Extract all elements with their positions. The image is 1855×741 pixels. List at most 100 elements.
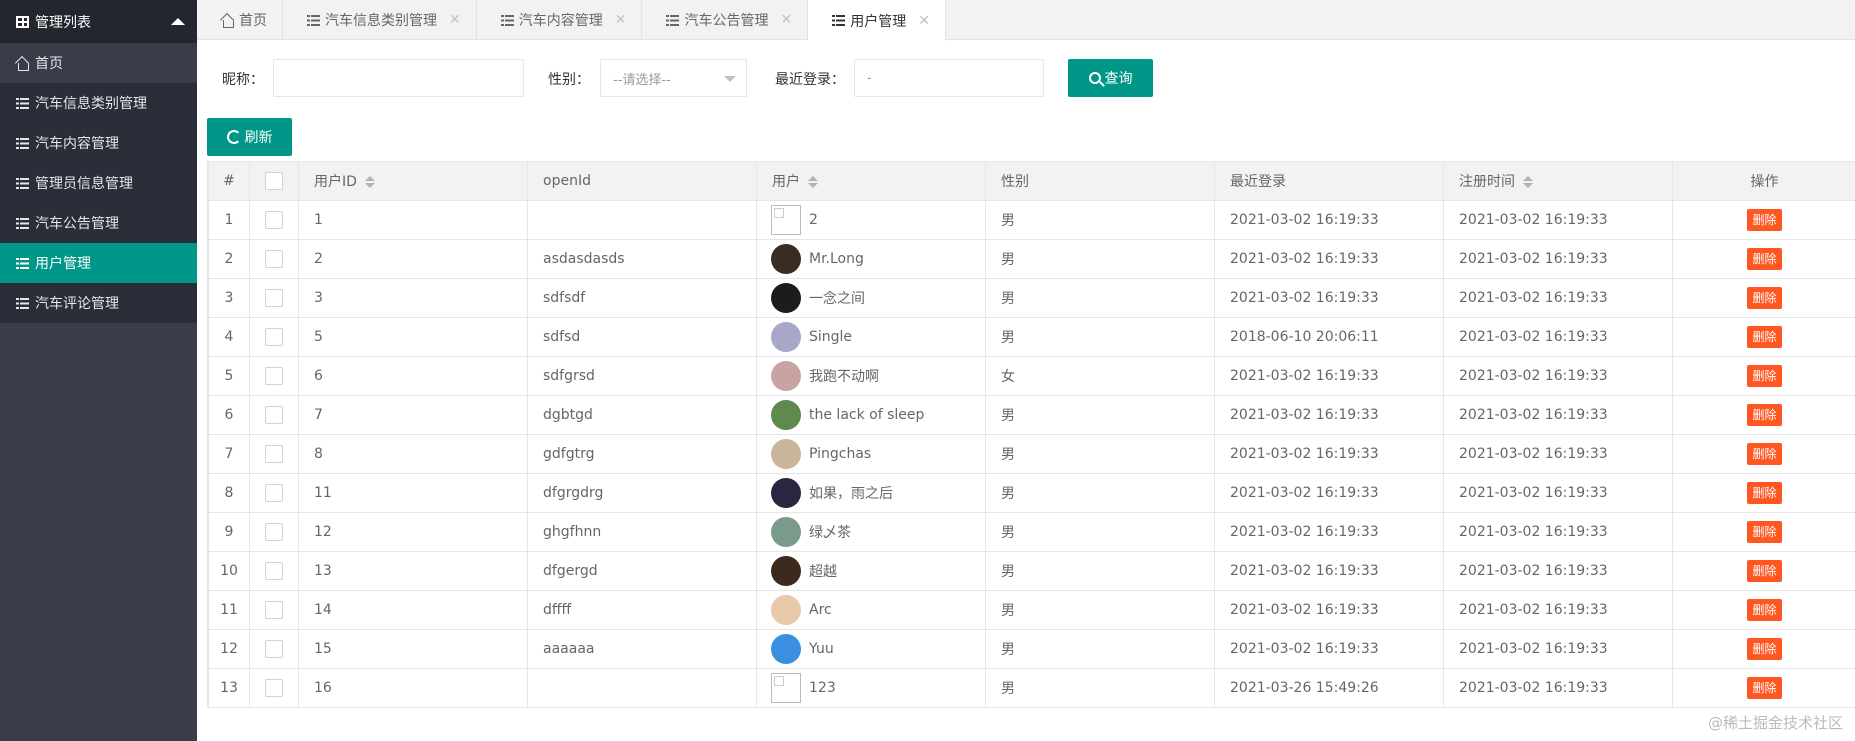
user-id-cell: 5 — [298, 317, 528, 357]
last-login-cell: 2021-03-02 16:19:33 — [1214, 356, 1444, 396]
row-checkbox[interactable] — [265, 250, 283, 268]
table-row[interactable]: 10 13 dfgergd 超越男 2021-03-02 16:19:33 2021-03… — [208, 551, 1855, 591]
row-checkbox[interactable] — [265, 679, 283, 697]
row-checkbox[interactable] — [265, 640, 283, 658]
avatar — [771, 205, 801, 235]
user-id-cell: 7 — [298, 395, 528, 435]
table-row[interactable]: 11 14 dffff Arc 男 2021-03-02 16:19:33 2021-03-… — [208, 590, 1855, 630]
user-id-cell: 13 — [298, 551, 528, 591]
user-id-cell: 6 — [298, 356, 528, 396]
watermark: @稀土掘金技术社区 — [1707, 714, 1843, 732]
delete-button[interactable]: 删除 — [1747, 365, 1782, 387]
grid-icon — [16, 15, 29, 28]
gender-select[interactable]: --请选择-- — [600, 59, 747, 97]
row-checkbox[interactable] — [265, 211, 283, 229]
row-checkbox[interactable] — [265, 484, 283, 502]
col-user-id[interactable]: 用户ID — [298, 161, 528, 201]
row-checkbox[interactable] — [265, 601, 283, 619]
sort-icon[interactable] — [364, 176, 375, 188]
nickname-input[interactable] — [273, 59, 524, 97]
sidebar-item[interactable]: 管理员信息管理 — [0, 163, 197, 203]
delete-button[interactable]: 删除 — [1747, 482, 1782, 504]
operation-cell: 删除 — [1672, 512, 1855, 552]
table-row[interactable]: 12 15 aaaaaa Yuu 男 2021-03-02 16:19:33 2021-03… — [208, 629, 1855, 669]
delete-button[interactable]: 删除 — [1747, 521, 1782, 543]
user-name: Arc — [809, 602, 832, 618]
avatar — [771, 244, 801, 274]
row-checkbox[interactable] — [265, 445, 283, 463]
delete-button[interactable]: 删除 — [1747, 326, 1782, 348]
sidebar-item[interactable]: 汽车评论管理 — [0, 283, 197, 323]
sidebar-item[interactable]: 汽车内容管理 — [0, 123, 197, 163]
delete-button[interactable]: 删除 — [1747, 248, 1782, 270]
user-name: the lack of sleep — [809, 407, 925, 423]
row-checkbox[interactable] — [265, 289, 283, 307]
sidebar-item-label: 首页 — [35, 56, 63, 72]
delete-button[interactable]: 删除 — [1747, 287, 1782, 309]
user-cell: 2 — [756, 200, 986, 240]
col-register-time[interactable]: 注册时间 — [1443, 161, 1673, 201]
table-row[interactable]: 3 3 sdfsdf 一念之间男 2021-03-02 16:19:33 2021-03-… — [208, 278, 1855, 318]
row-checkbox[interactable] — [265, 406, 283, 424]
row-index: 4 — [208, 317, 250, 357]
user-name: 绿乄茶 — [809, 525, 851, 541]
col-user[interactable]: 用户 — [756, 161, 986, 201]
sidebar-header[interactable]: 管理列表 — [0, 0, 197, 43]
sort-icon[interactable] — [1523, 176, 1533, 188]
sidebar-item[interactable]: 用户管理 — [0, 243, 197, 283]
avatar — [771, 322, 801, 352]
table-row[interactable]: 4 5 sdfsd Single 男 2018-06-10 20:06:11 2021-03… — [208, 317, 1855, 357]
table-row[interactable]: 5 6 sdfgrsd 我跑不动啊女 2021-03-02 16:19:33 2021-0… — [208, 356, 1855, 396]
sidebar-item[interactable]: 汽车公告管理 — [0, 203, 197, 243]
tab[interactable]: 首页 — [197, 0, 283, 40]
sort-icon[interactable] — [808, 176, 818, 188]
row-index: 2 — [208, 239, 250, 279]
sidebar-item[interactable]: 首页 — [0, 43, 197, 83]
list-icon — [832, 15, 846, 26]
close-icon[interactable]: ✕ — [918, 13, 930, 29]
tab[interactable]: 汽车信息类别管理 ✕ — [283, 0, 477, 40]
close-icon[interactable]: ✕ — [615, 12, 627, 28]
delete-button[interactable]: 删除 — [1747, 209, 1782, 231]
tab[interactable]: 汽车公告管理 ✕ — [642, 0, 809, 40]
user-table-container: # 用户ID openId 用户 性别 最近登录 注册时间 操作 1 1 2 男 202… — [207, 161, 1855, 708]
user-cell: the lack of sleep — [756, 395, 986, 435]
tab[interactable]: 汽车内容管理 ✕ — [477, 0, 643, 40]
last-login-range-input[interactable]: - — [854, 59, 1044, 97]
table-row[interactable]: 9 12 ghgfhnn 绿乄茶男 2021-03-02 16:19:33 2021-03… — [208, 512, 1855, 552]
sidebar-title: 管理列表 — [35, 14, 91, 31]
delete-button[interactable]: 删除 — [1747, 404, 1782, 426]
select-all-checkbox[interactable] — [265, 172, 283, 190]
query-button[interactable]: 查询 — [1068, 59, 1153, 97]
delete-button[interactable]: 删除 — [1747, 443, 1782, 465]
tab[interactable]: 用户管理 ✕ — [808, 0, 946, 41]
delete-button[interactable]: 删除 — [1747, 560, 1782, 582]
close-icon[interactable]: ✕ — [780, 12, 792, 28]
table-row[interactable]: 7 8 gdfgtrg Pingchas 男 2021-03-02 16:19:33 202… — [208, 434, 1855, 474]
close-icon[interactable]: ✕ — [449, 12, 461, 28]
openid-cell: sdfsd — [527, 317, 757, 357]
collapse-caret-icon[interactable] — [171, 18, 185, 25]
search-icon — [1088, 72, 1101, 84]
sidebar-item-label: 汽车信息类别管理 — [35, 96, 147, 112]
delete-button[interactable]: 删除 — [1747, 677, 1782, 699]
sidebar-menu: 首页汽车信息类别管理汽车内容管理 管理员信息管理 汽车公告管理 用户管理 汽车评论管理 — [0, 43, 197, 323]
refresh-button[interactable]: 刷新 — [207, 118, 292, 156]
sidebar-item[interactable]: 汽车信息类别管理 — [0, 83, 197, 123]
table-row[interactable]: 2 2 asdasdasds Mr.Long 男 2021-03-02 16:19:33 2… — [208, 239, 1855, 279]
row-checkbox[interactable] — [265, 562, 283, 580]
table-row[interactable]: 13 16 123 男 2021-03-26 15:49:26 2021-03-02 16… — [208, 668, 1855, 708]
delete-button[interactable]: 删除 — [1747, 599, 1782, 621]
row-index: 12 — [208, 629, 250, 669]
table-row[interactable]: 6 7 dgbtgd the lack of sleep 男 2021-03-02 16:… — [208, 395, 1855, 435]
row-checkbox[interactable] — [265, 523, 283, 541]
row-checkbox[interactable] — [265, 328, 283, 346]
last-login-cell: 2021-03-02 16:19:33 — [1214, 278, 1444, 318]
last-login-cell: 2018-06-10 20:06:11 — [1214, 317, 1444, 357]
list-icon — [500, 14, 514, 26]
last-login-cell: 2021-03-02 16:19:33 — [1214, 239, 1444, 279]
table-row[interactable]: 1 1 2 男 2021-03-02 16:19:33 2021-03-02 16:19:… — [208, 200, 1855, 240]
delete-button[interactable]: 删除 — [1747, 638, 1782, 660]
row-checkbox[interactable] — [265, 367, 283, 385]
table-row[interactable]: 8 11 dfgrgdrg 如果，雨之后男 2021-03-02 16:19:33 202… — [208, 473, 1855, 513]
